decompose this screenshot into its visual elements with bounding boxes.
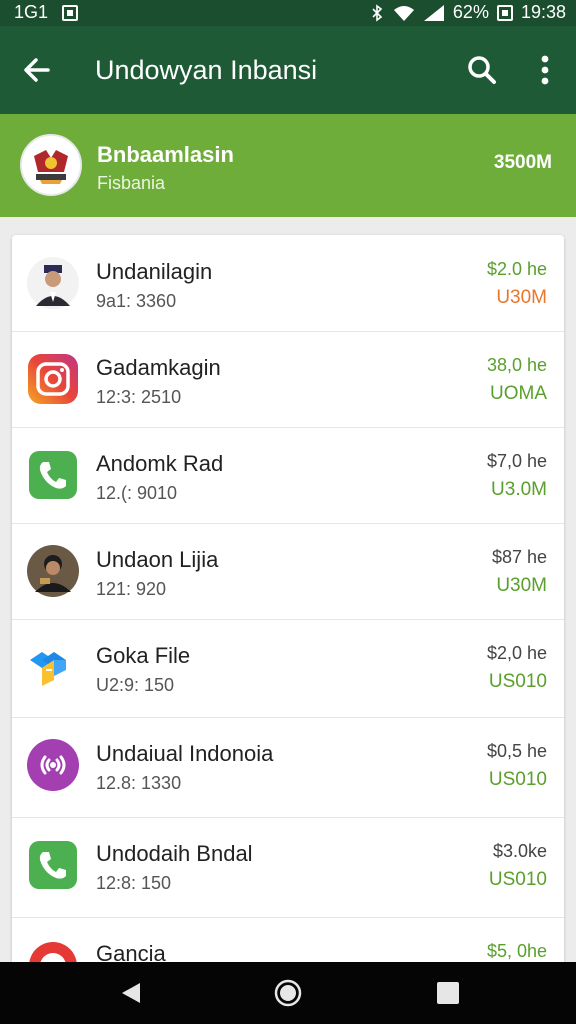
search-button[interactable] [462, 50, 502, 90]
item-subtitle: 12:3: 2510 [96, 387, 182, 407]
list-item[interactable]: Gadamkagin 12:3: 2510 38,0 he UOMA [12, 331, 564, 428]
person-avatar-icon [26, 544, 80, 598]
item-subtitle: 12.8: 1330 [96, 773, 182, 793]
triangle-back-icon [122, 983, 140, 1003]
more-options-button[interactable] [530, 50, 560, 90]
nav-recents-button[interactable] [437, 982, 459, 1004]
instagram-icon [26, 352, 80, 406]
page-title: Undowyan Inbansi [95, 55, 318, 85]
emblem-icon [24, 138, 78, 192]
arrow-left-icon [24, 58, 50, 82]
app-list: Undanilagin 9a1: 3360 $2.0 he U30M Gadam… [12, 235, 564, 975]
battery-icon [496, 4, 513, 21]
item-name: Undaiual Indonoia [96, 741, 274, 766]
item-amount: US010 [488, 869, 547, 890]
list-item[interactable]: Undodaih Bndal 12:8: 150 $3.0ke US010 [12, 817, 564, 918]
item-value: $7,0 he [486, 451, 547, 471]
account-banner[interactable]: Bnbaamlasin Fisbania 3500M [0, 114, 576, 217]
item-subtitle: 12:8: 150 [96, 873, 172, 893]
item-amount: U30M [496, 287, 547, 308]
bluetooth-icon [372, 3, 383, 22]
banner-name: Bnbaamlasin [97, 142, 234, 167]
clock: 19:38 [520, 2, 566, 22]
phone-icon [26, 838, 80, 892]
item-name: Undaon Lijia [96, 547, 219, 572]
item-name: Andomk Rad [96, 451, 224, 476]
item-value: $3.0ke [492, 841, 547, 861]
wifi-icon [393, 5, 414, 21]
search-icon [468, 56, 496, 84]
list-item[interactable]: Undaiual Indonoia 12.8: 1330 $0,5 he US0… [12, 717, 564, 818]
list-item[interactable]: Undaon Lijia 121: 920 $87 he U30M [12, 523, 564, 620]
list-item[interactable]: Andomk Rad 12.(: 9010 $7,0 he U3.0M [12, 427, 564, 524]
list-item[interactable]: Undanilagin 9a1: 3360 $2.0 he U30M [12, 235, 564, 332]
item-amount: US010 [488, 769, 547, 790]
item-amount: U30M [496, 575, 547, 596]
home-circle-icon [274, 979, 302, 1007]
banner-amount: 3500M [493, 152, 552, 173]
podcast-icon [26, 738, 80, 792]
phone-icon [26, 448, 80, 502]
list-item[interactable]: Goka File U2:9: 150 $2,0 he US010 [12, 619, 564, 718]
app-bar: Undowyan Inbansi [0, 26, 576, 114]
item-subtitle: 12.(: 9010 [96, 483, 178, 503]
item-value: $2.0 he [486, 259, 547, 279]
person-avatar-icon [26, 256, 80, 310]
item-amount: US010 [488, 671, 547, 692]
nav-home-button[interactable] [274, 979, 302, 1007]
item-name: Goka File [96, 643, 191, 668]
item-name: Undanilagin [96, 259, 213, 284]
item-value: $87 he [491, 547, 547, 567]
item-value: $5, 0he [486, 941, 547, 961]
item-subtitle: U2:9: 150 [96, 675, 175, 695]
item-amount: U3.0M [491, 479, 547, 500]
item-name: Gadamkagin [96, 355, 221, 380]
signal-icon [423, 4, 444, 21]
navigation-bar [0, 962, 576, 1024]
notification-icon [62, 4, 79, 21]
back-button[interactable] [18, 50, 58, 90]
banner-subtitle: Fisbania [97, 173, 166, 193]
battery-text: 62% [452, 2, 489, 22]
files-icon [26, 640, 80, 694]
item-value: $0,5 he [486, 741, 547, 761]
item-value: $2,0 he [486, 643, 547, 663]
item-subtitle: 121: 920 [96, 579, 167, 599]
item-name: Undodaih Bndal [96, 841, 253, 866]
more-vert-icon [541, 55, 549, 85]
nav-back-button[interactable] [118, 980, 144, 1006]
banner-logo [20, 134, 82, 196]
item-value: 38,0 he [486, 355, 547, 375]
status-bar: 1G1 62% 19:38 [0, 0, 576, 26]
item-amount: UOMA [490, 383, 547, 404]
status-left-text: 1G1 [14, 2, 49, 22]
item-subtitle: 9a1: 3360 [96, 291, 177, 311]
